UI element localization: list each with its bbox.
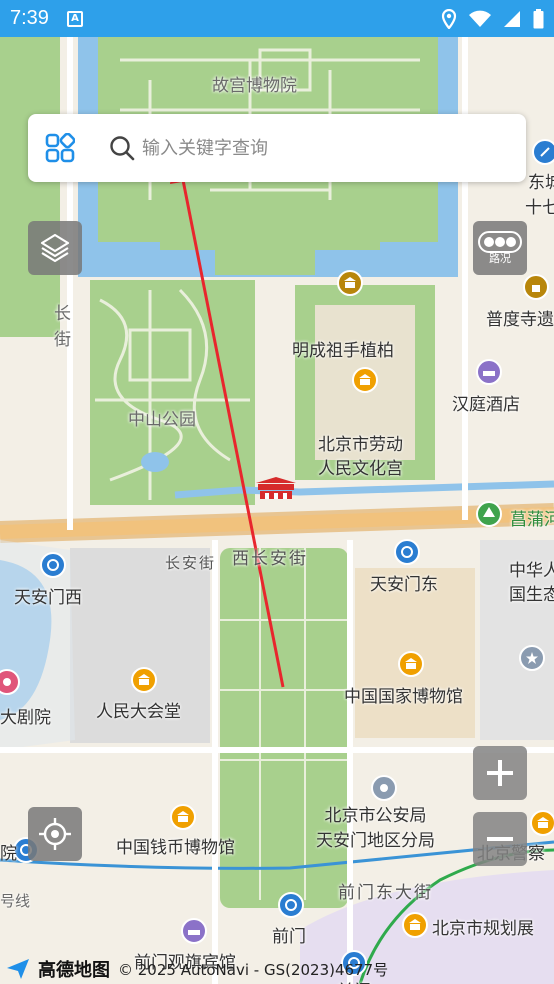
- map-label-changpu: 菖蒲河: [510, 510, 554, 530]
- tiananmen-gate-icon: [256, 477, 296, 499]
- museum-poi-icon[interactable]: [352, 367, 378, 393]
- map-label-shiqi: 十七: [525, 198, 554, 218]
- signal-icon: [504, 10, 520, 27]
- plus-icon: [487, 760, 513, 786]
- amap-logo-icon: [7, 959, 29, 979]
- traffic-button[interactable]: 路况: [473, 221, 527, 275]
- map-label-guihua: 北京市规划展: [432, 919, 534, 939]
- hotel-poi-icon[interactable]: [181, 918, 207, 944]
- search-input[interactable]: [142, 137, 462, 159]
- temple-poi-icon[interactable]: [523, 274, 549, 300]
- map-label-chang: 长: [54, 304, 71, 324]
- status-time: 7:39: [10, 7, 49, 29]
- map-label-laodong: 北京市劳动 人民文化宫: [318, 435, 403, 479]
- copyright-text: © 2025 AutoNavi - GS(2023)4677号: [118, 960, 389, 979]
- apps-grid-icon: [45, 133, 75, 163]
- subway-poi-icon[interactable]: [394, 539, 420, 565]
- map-label-mingchengzu: 明成祖手植柏: [292, 341, 394, 361]
- notification-icon: A: [66, 10, 83, 27]
- tourism-poi-icon[interactable]: [532, 139, 554, 165]
- search-icon: [102, 114, 142, 182]
- map-label-gonganju: 北京市公安局 天安门地区分局: [316, 806, 435, 851]
- map-label-guojiabowuguan: 中国国家博物馆: [344, 687, 463, 707]
- map-label-dajuyuan: 大剧院: [0, 708, 51, 728]
- layers-button[interactable]: [28, 221, 82, 275]
- map-label-yuan: 院: [0, 844, 17, 864]
- apps-grid-button[interactable]: [28, 114, 92, 182]
- locate-crosshair-icon: [39, 818, 71, 850]
- map-label-gugong: 故宫博物院: [212, 76, 297, 96]
- map-label-dongshi: 东城区: [528, 173, 554, 193]
- zoom-in-button[interactable]: [473, 746, 527, 800]
- map-label-changanjie: 长安街: [165, 554, 217, 572]
- museum-poi-icon[interactable]: [131, 667, 157, 693]
- subway-poi-icon[interactable]: [278, 892, 304, 918]
- zoom-controls: [473, 746, 527, 866]
- map-label-qianmendongdajie: 前门东大街: [338, 883, 433, 903]
- map-label-haoxian: 号线: [0, 892, 31, 910]
- subway-poi-icon[interactable]: [40, 552, 66, 578]
- museum-poi-icon[interactable]: [402, 912, 428, 938]
- layers-icon: [40, 233, 70, 263]
- amap-logo-text: 高德地图: [38, 960, 110, 981]
- museum-poi-icon[interactable]: [398, 651, 424, 677]
- palace-poi-icon[interactable]: [337, 270, 363, 296]
- map-label-pudusi: 普度寺遗: [486, 310, 554, 330]
- star-poi-icon[interactable]: [519, 645, 545, 671]
- wifi-icon: [469, 10, 491, 27]
- minus-icon: [487, 837, 513, 841]
- location-icon: [441, 8, 457, 29]
- map-label-xichangan: 西长安街: [232, 549, 308, 569]
- locate-button[interactable]: [28, 807, 82, 861]
- police-poi-icon[interactable]: [371, 775, 397, 801]
- amap-screen: 7:39 A 故宫博物院 东城 十七 长 街 普度寺遗 明成祖手植柏 中山公园 …: [0, 0, 554, 984]
- status-bar: 7:39 A: [0, 0, 554, 37]
- traffic-label: 路况: [489, 252, 511, 265]
- map-label-tiananmendong: 天安门东: [370, 575, 438, 595]
- map-label-jie: 街: [54, 330, 71, 350]
- hotel-poi-icon[interactable]: [476, 359, 502, 385]
- map-label-zhonghua: 中华人 国生态: [509, 561, 554, 605]
- map-label-zhongshan: 中山公园: [128, 410, 196, 430]
- battery-icon: [533, 8, 544, 28]
- map-label-hanting: 汉庭酒店: [452, 395, 520, 415]
- zoom-out-button[interactable]: [473, 812, 527, 866]
- map-label-qianmen1: 前门: [272, 927, 306, 947]
- park-poi-icon[interactable]: [476, 501, 502, 527]
- search-bar[interactable]: [28, 114, 526, 182]
- map-label-qianbi: 中国钱币博物馆: [116, 838, 235, 858]
- museum-poi-icon[interactable]: [530, 810, 554, 836]
- traffic-icon: [478, 231, 522, 253]
- status-icons: [441, 8, 544, 29]
- map-label-tiananmenxi: 天安门西: [14, 588, 82, 608]
- museum-poi-icon[interactable]: [170, 804, 196, 830]
- map-footer: 高德地图 © 2025 AutoNavi - GS(2023)4677号: [0, 954, 554, 984]
- map-label-renmindahuitang: 人民大会堂: [96, 702, 181, 722]
